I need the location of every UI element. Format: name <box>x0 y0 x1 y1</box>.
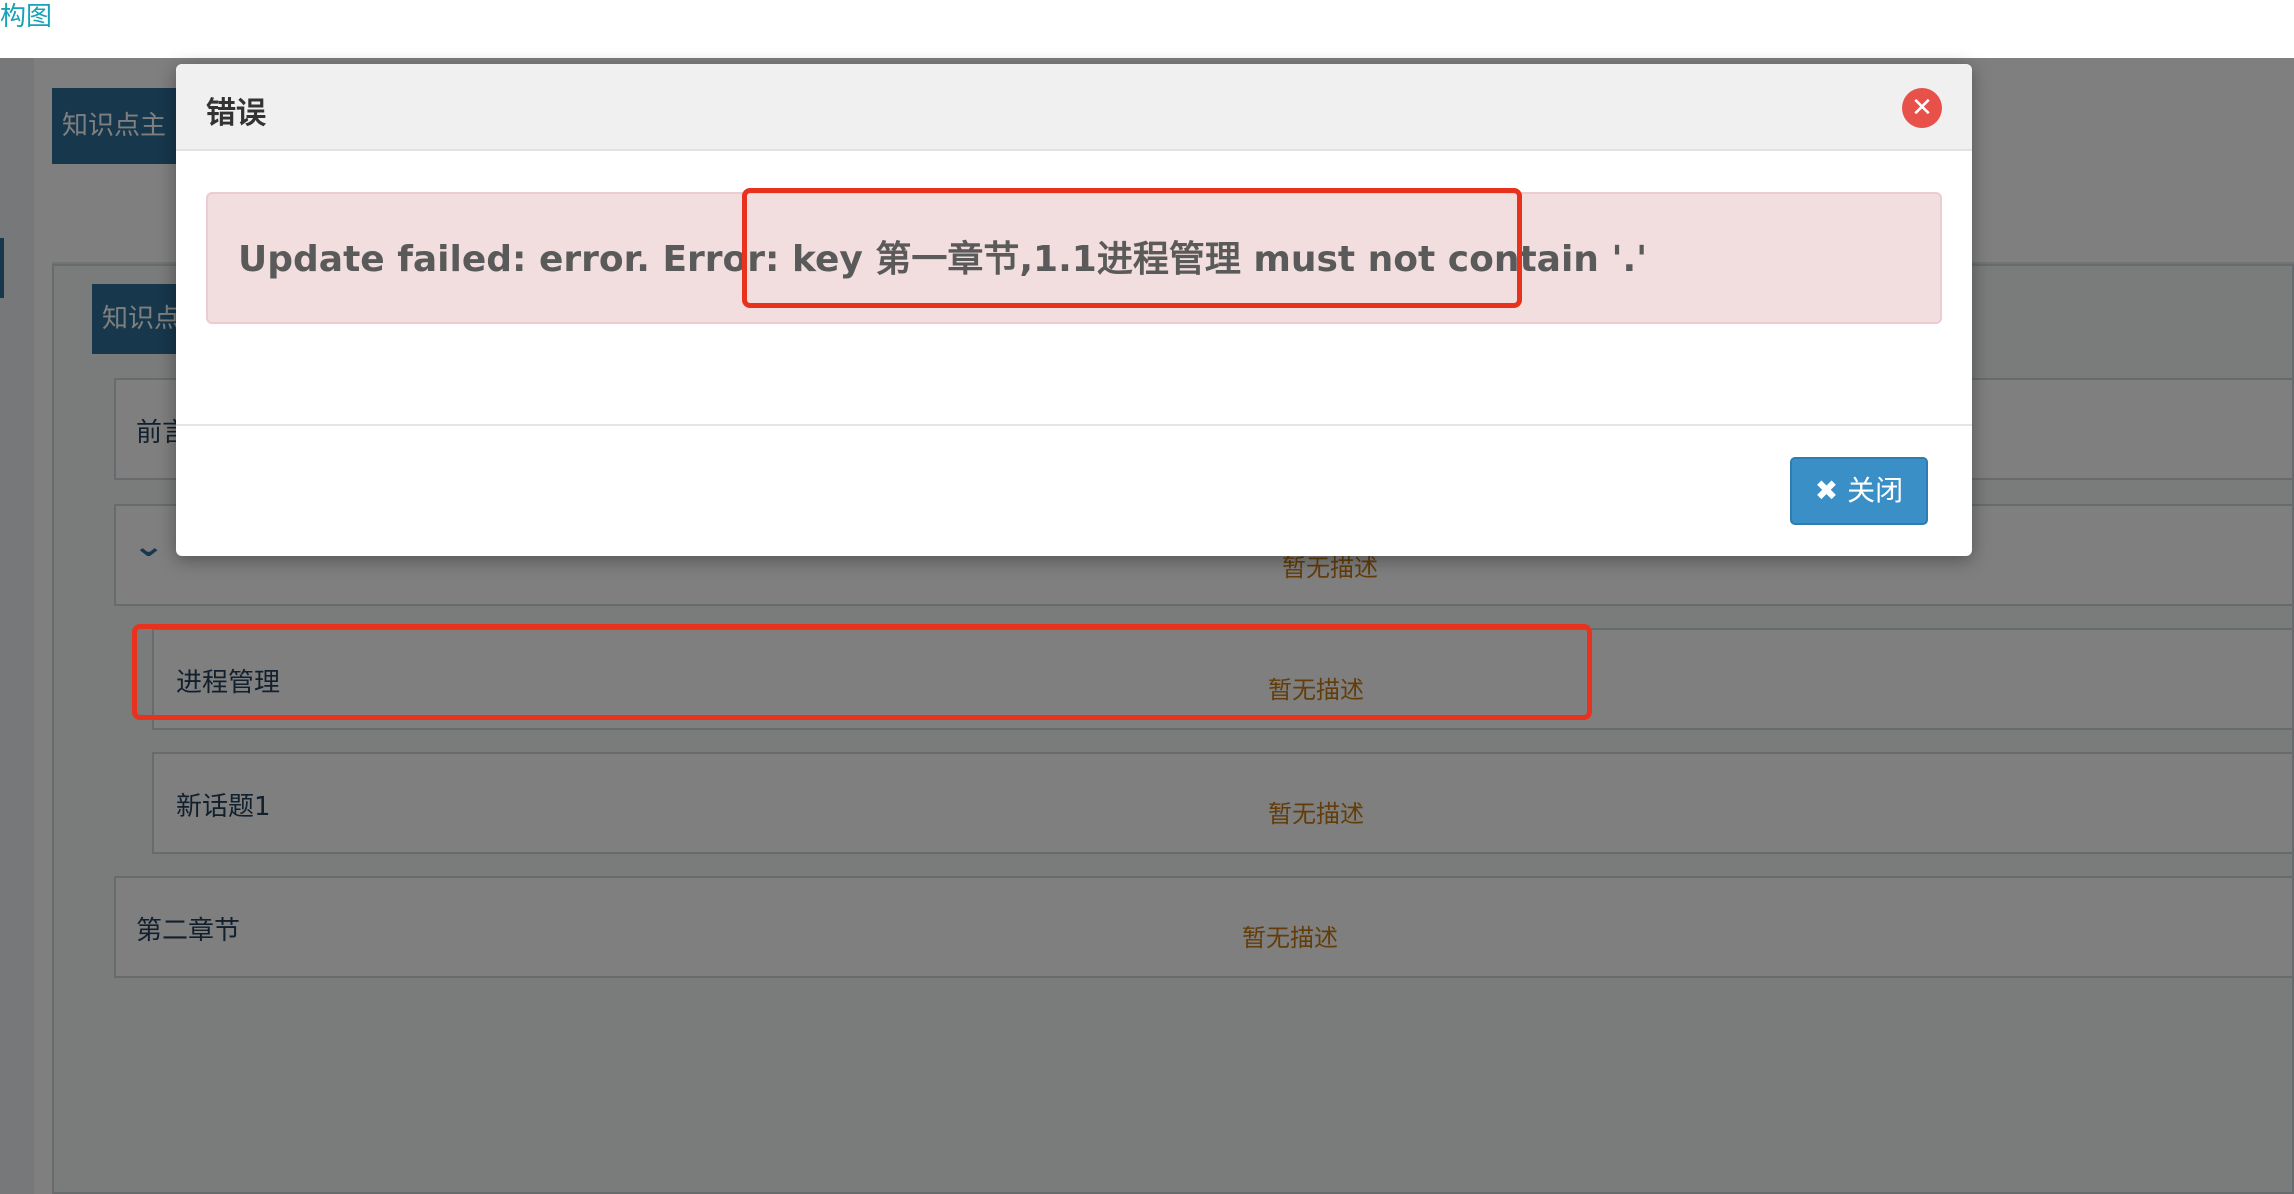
highlight-box-message <box>742 188 1522 308</box>
error-modal: 错误 ✕ Update failed: error. Error: key 第一… <box>176 64 1972 556</box>
close-button[interactable]: ✖ 关闭 <box>1790 457 1928 525</box>
modal-title: 错误 <box>206 96 266 131</box>
highlight-box-row <box>132 624 1592 720</box>
modal-footer-divider <box>176 424 1972 426</box>
top-nav-link[interactable]: 构图 <box>0 0 52 34</box>
top-bar: 构图 <box>0 0 2294 58</box>
close-button-label: 关闭 <box>1847 474 1904 507</box>
modal-header: 错误 ✕ <box>176 64 1972 151</box>
close-icon[interactable]: ✕ <box>1902 88 1942 128</box>
times-icon: ✖ <box>1814 474 1839 507</box>
